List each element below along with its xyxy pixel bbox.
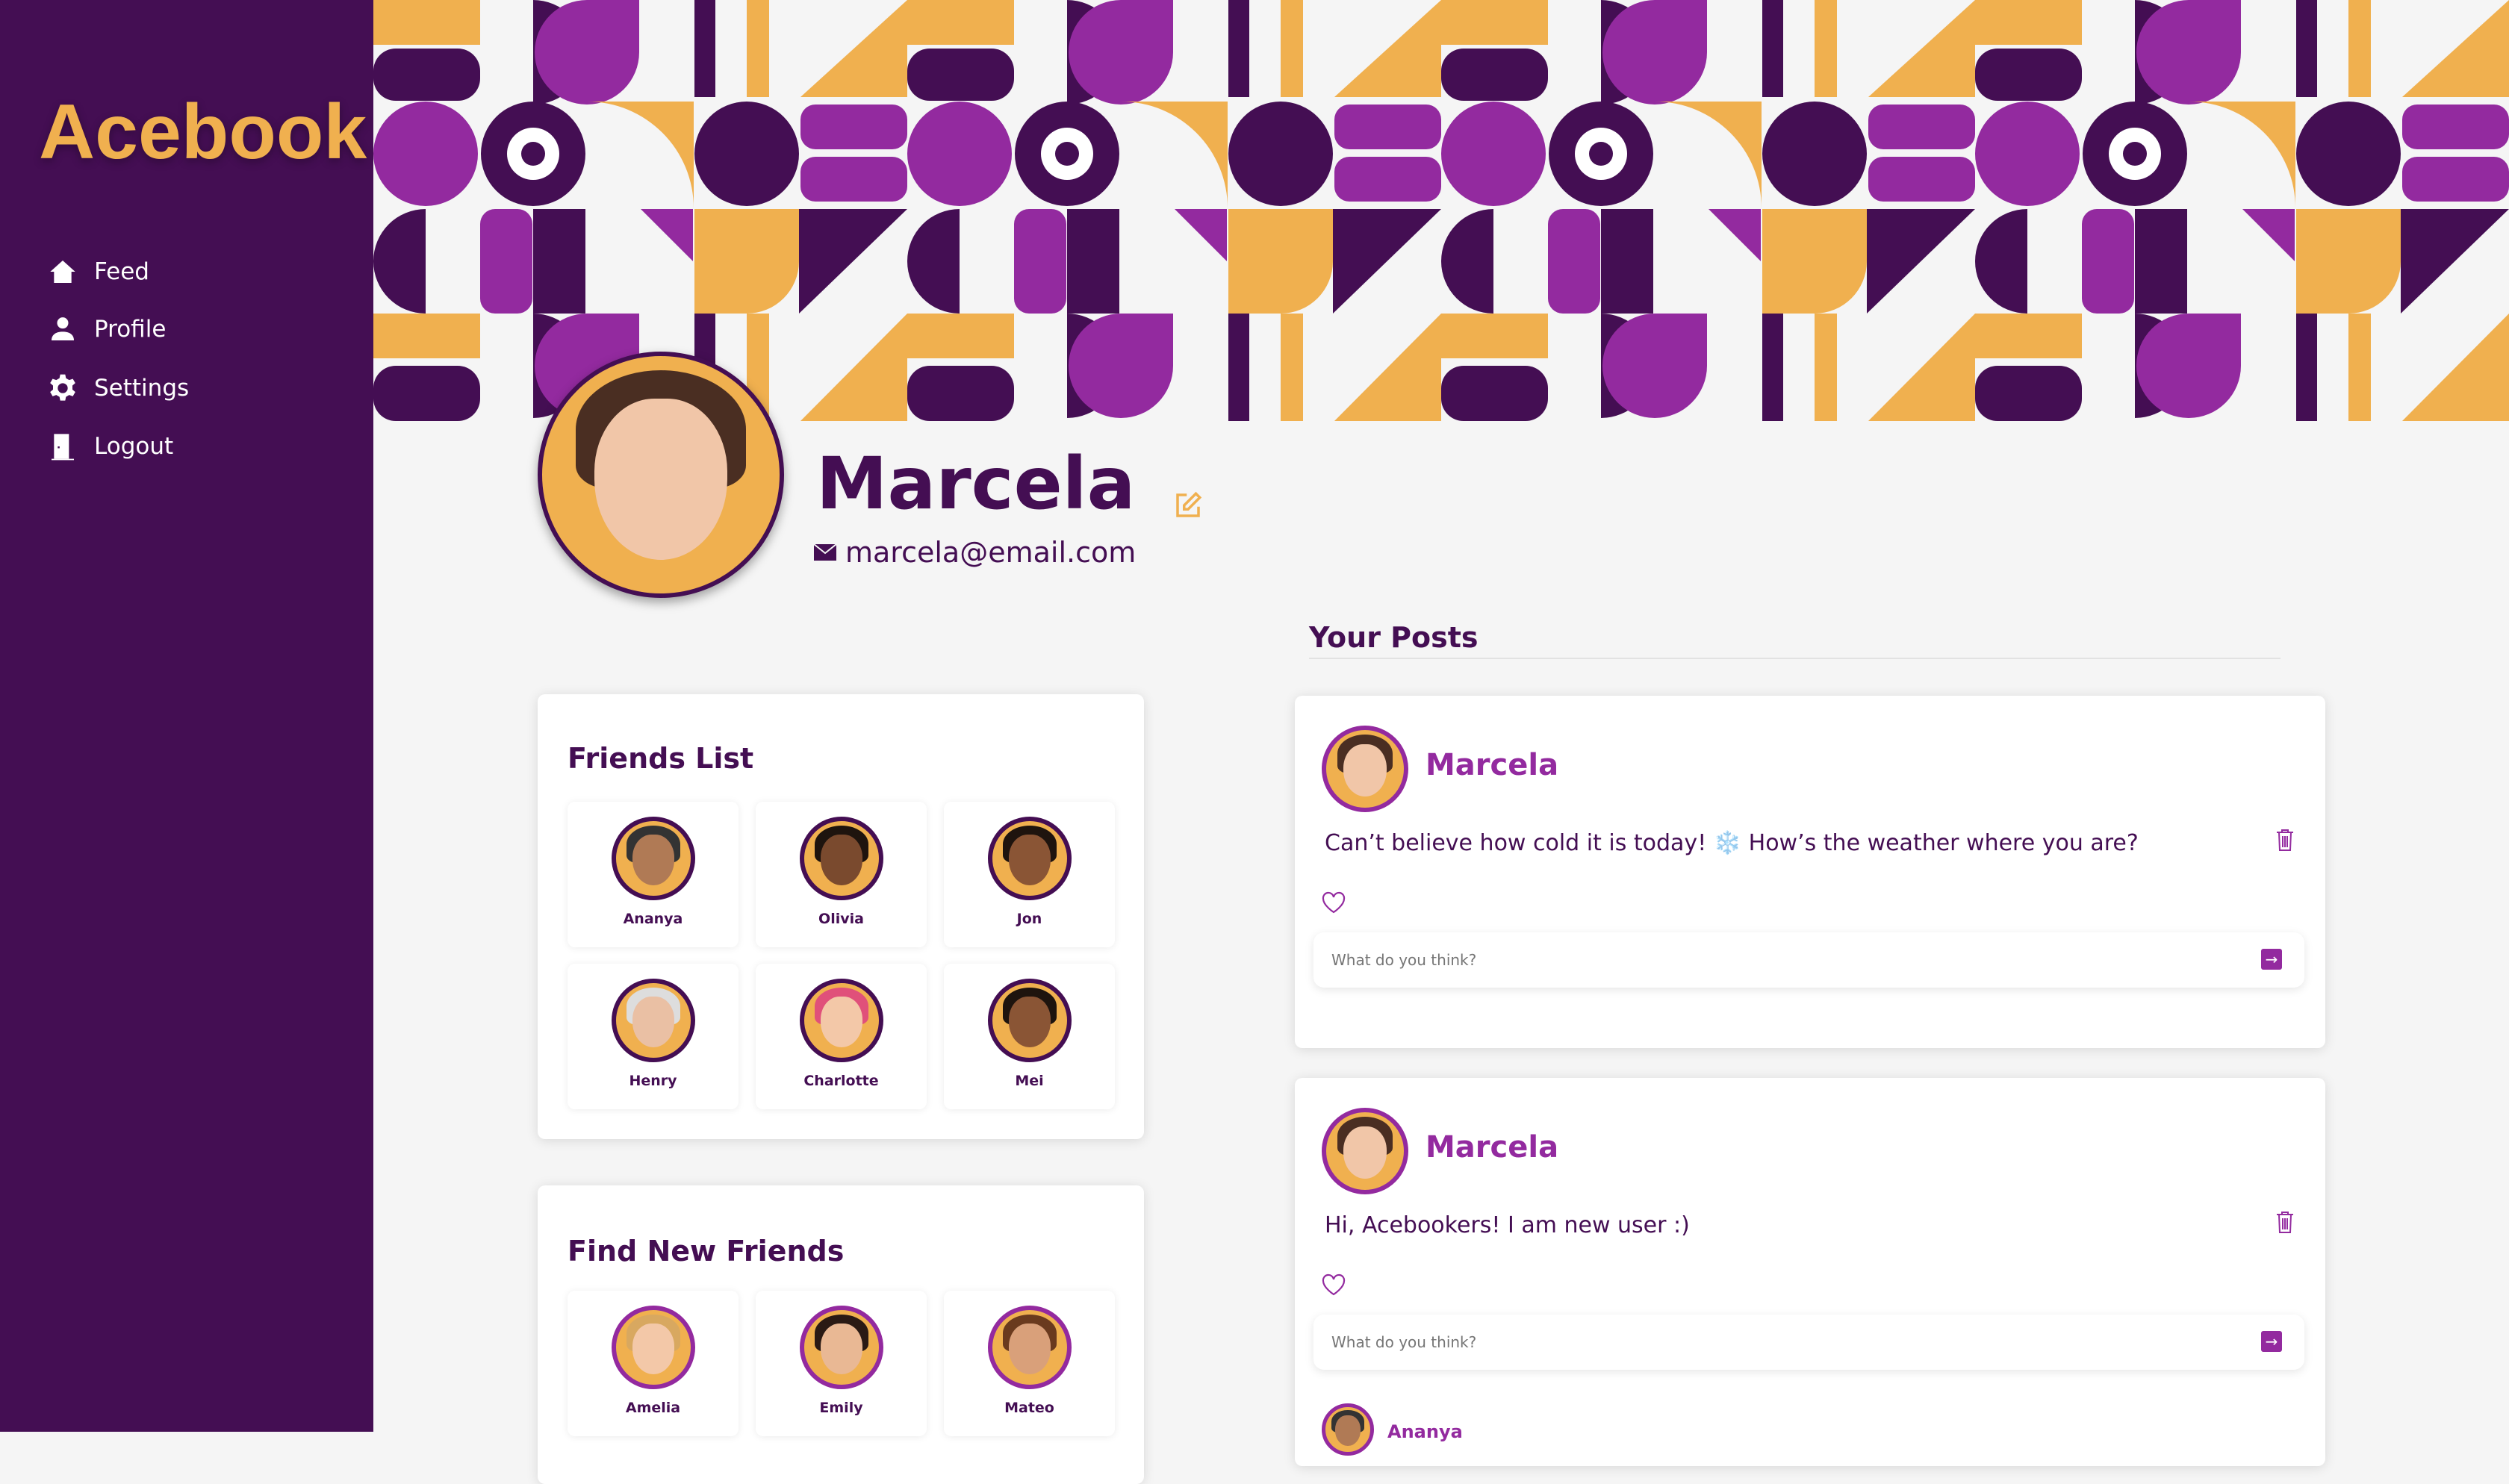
email-text: marcela@email.com bbox=[845, 536, 1137, 569]
nav-settings[interactable]: Settings bbox=[48, 373, 189, 403]
friend-name: Olivia bbox=[818, 911, 864, 927]
suggested-friend-tile[interactable]: Mateo bbox=[944, 1291, 1115, 1436]
post-text: Hi, Acebookers! I am new user :) bbox=[1325, 1212, 1690, 1238]
comment-box: → bbox=[1313, 932, 2304, 988]
friends-list-title: Friends List bbox=[568, 742, 754, 775]
friend-avatar bbox=[987, 817, 1072, 900]
nav-logout[interactable]: Logout bbox=[48, 431, 173, 461]
find-friends-title: Find New Friends bbox=[568, 1235, 845, 1268]
friend-avatar bbox=[611, 1306, 695, 1389]
friend-name: Henry bbox=[629, 1073, 677, 1089]
friend-tile[interactable]: Jon bbox=[944, 802, 1115, 947]
friend-name: Mei bbox=[1015, 1073, 1044, 1089]
suggested-friend-tile[interactable]: Emily bbox=[756, 1291, 927, 1436]
home-icon bbox=[50, 261, 75, 283]
friends-list-card: Friends List Ananya Olivia Jon Henry Cha… bbox=[538, 694, 1144, 1139]
friend-avatar bbox=[799, 1306, 883, 1389]
envelope-icon bbox=[814, 544, 836, 561]
your-posts-title: Your Posts bbox=[1309, 621, 1479, 654]
profile-name: Marcela bbox=[816, 442, 1136, 526]
comment-box: → bbox=[1313, 1315, 2304, 1370]
friend-avatar bbox=[987, 1306, 1072, 1389]
nav-profile[interactable]: Profile bbox=[48, 314, 166, 344]
sidebar: Acebook Feed Profile Settings Logout bbox=[0, 0, 373, 1432]
friend-tile[interactable]: Olivia bbox=[756, 802, 927, 947]
friend-tile[interactable]: Ananya bbox=[568, 802, 739, 947]
post-author-avatar[interactable] bbox=[1322, 1108, 1408, 1194]
comment-input[interactable] bbox=[1331, 1328, 2227, 1356]
friend-avatar bbox=[799, 817, 883, 900]
find-friends-grid: Amelia Emily Mateo bbox=[568, 1291, 1115, 1436]
friend-tile[interactable]: Henry bbox=[568, 964, 739, 1109]
suggested-friend-tile[interactable]: Amelia bbox=[568, 1291, 739, 1436]
profile-avatar[interactable] bbox=[538, 352, 784, 598]
nav-label: Profile bbox=[94, 316, 167, 343]
door-icon bbox=[52, 434, 74, 461]
friend-name: Emily bbox=[819, 1400, 863, 1416]
trash-icon[interactable] bbox=[2275, 1211, 2295, 1233]
divider bbox=[1309, 658, 2281, 659]
profile-email: marcela@email.com bbox=[814, 536, 1136, 569]
friend-name: Amelia bbox=[625, 1400, 681, 1416]
nav-feed[interactable]: Feed bbox=[48, 257, 149, 287]
edit-icon[interactable] bbox=[1172, 490, 1204, 521]
find-friends-card: Find New Friends Amelia Emily Mateo bbox=[538, 1185, 1144, 1484]
comment-input[interactable] bbox=[1331, 946, 2227, 974]
friend-name: Ananya bbox=[623, 911, 683, 927]
friend-avatar bbox=[799, 979, 883, 1062]
friend-name: Jon bbox=[1016, 911, 1042, 927]
friend-tile[interactable]: Mei bbox=[944, 964, 1115, 1109]
friends-grid: Ananya Olivia Jon Henry Charlotte Mei bbox=[568, 802, 1115, 1109]
post-author-avatar[interactable] bbox=[1322, 1403, 1374, 1456]
like-heart-icon[interactable] bbox=[1322, 891, 1346, 914]
post-author-name[interactable]: Ananya bbox=[1387, 1421, 1463, 1442]
post-card: Marcela Can’t believe how cold it is tod… bbox=[1295, 696, 2325, 1048]
nav-label: Feed bbox=[94, 258, 149, 285]
nav-label: Logout bbox=[94, 433, 174, 460]
trash-icon[interactable] bbox=[2275, 829, 2295, 851]
post-author-name[interactable]: Marcela bbox=[1426, 748, 1558, 782]
nav-label: Settings bbox=[94, 375, 190, 402]
friend-avatar bbox=[611, 979, 695, 1062]
friend-tile[interactable]: Charlotte bbox=[756, 964, 927, 1109]
friend-avatar bbox=[987, 979, 1072, 1062]
send-comment-button[interactable]: → bbox=[2261, 1331, 2282, 1352]
gear-icon bbox=[50, 374, 75, 401]
user-icon bbox=[52, 317, 74, 340]
post-author-name[interactable]: Marcela bbox=[1426, 1130, 1558, 1165]
post-text: Can’t believe how cold it is today! ❄️ H… bbox=[1325, 830, 2139, 856]
post-author-avatar[interactable] bbox=[1322, 726, 1408, 812]
friend-name: Mateo bbox=[1004, 1400, 1054, 1416]
app-logo[interactable]: Acebook bbox=[39, 88, 367, 177]
post-card: Marcela Hi, Acebookers! I am new user :)… bbox=[1295, 1078, 2325, 1466]
send-comment-button[interactable]: → bbox=[2261, 949, 2282, 970]
friend-avatar bbox=[611, 817, 695, 900]
friend-name: Charlotte bbox=[803, 1073, 879, 1089]
like-heart-icon[interactable] bbox=[1322, 1273, 1346, 1296]
